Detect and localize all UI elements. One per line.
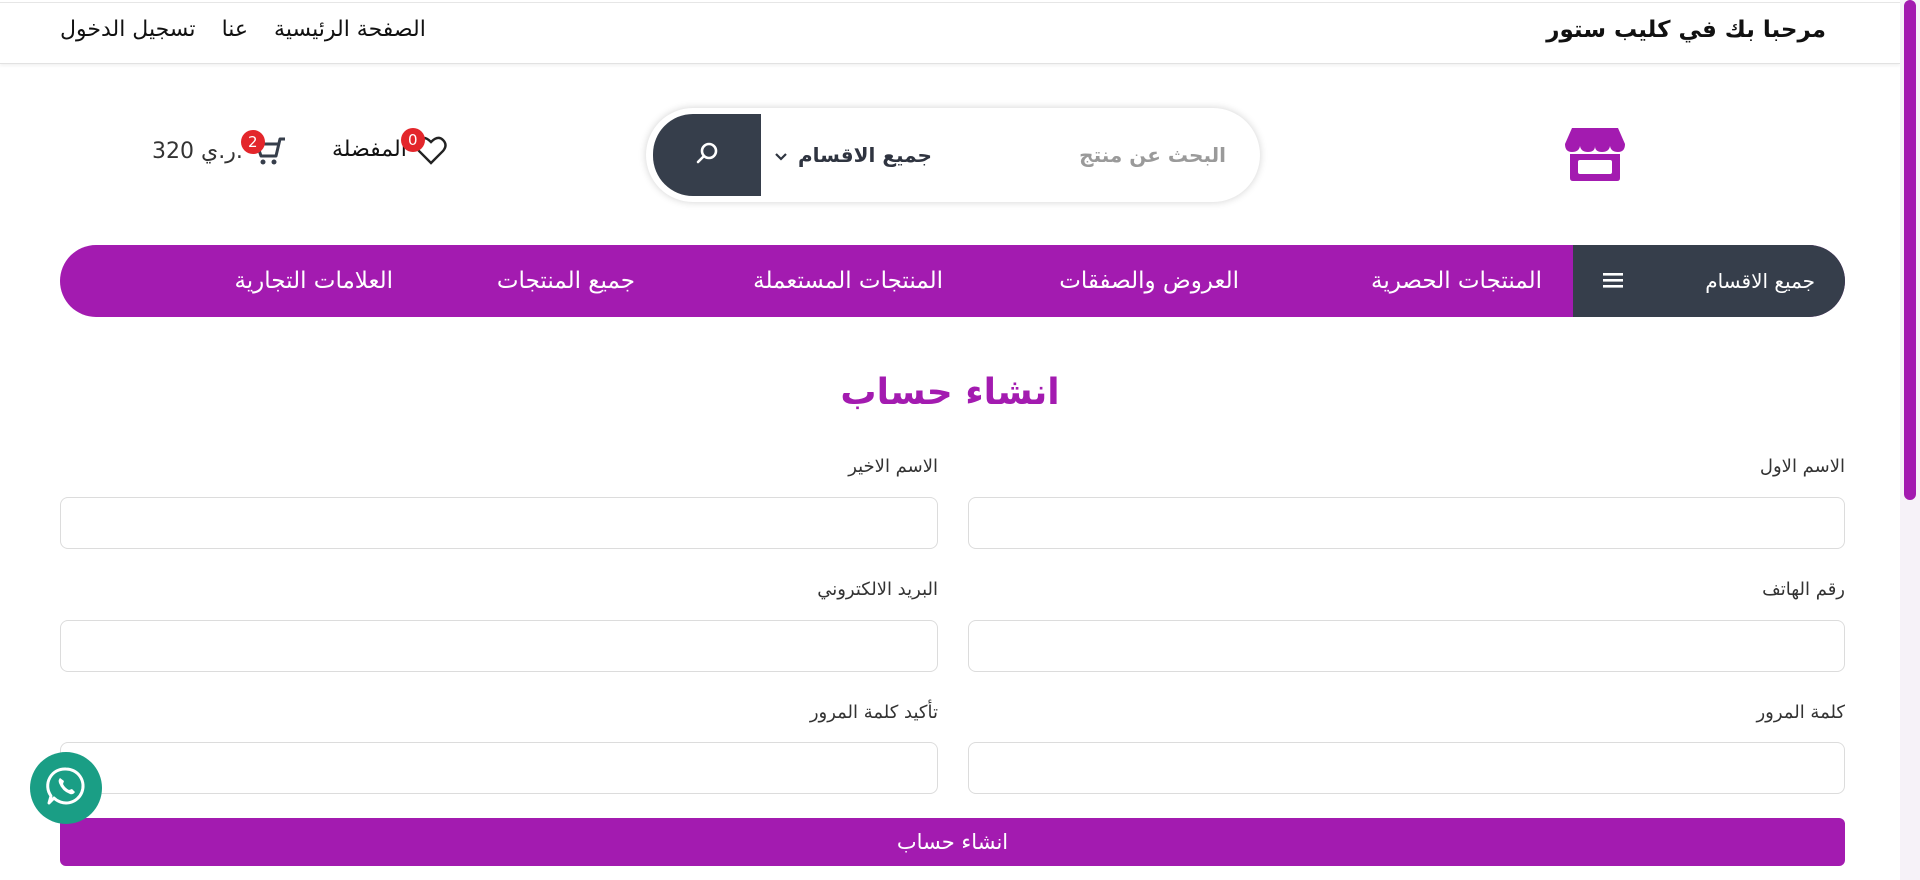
about-link[interactable]: عنا (222, 17, 248, 42)
top-links: الصفحة الرئيسية عنا تسجيل الدخول (60, 17, 426, 42)
whatsapp-button[interactable] (30, 752, 102, 824)
confirm-password-field[interactable] (60, 742, 938, 794)
store-icon[interactable] (1564, 126, 1626, 182)
nav-used-products[interactable]: المنتجات المستعملة (753, 245, 943, 317)
nav-all-products[interactable]: جميع المنتجات (497, 245, 635, 317)
last-name-field[interactable] (60, 497, 938, 549)
search-icon (694, 140, 720, 170)
phone-field[interactable] (968, 620, 1845, 672)
create-account-button[interactable]: انشاء حساب (60, 818, 1845, 866)
confirm-password-label: تأكيد كلمة المرور (809, 702, 938, 723)
cart-link[interactable]: 320 ر.ي. 2 (152, 130, 287, 166)
main-nav: جميع الاقسام المنتجات الحصرية العروض وال… (60, 245, 1845, 317)
email-label: البريد الالكتروني (817, 579, 938, 600)
search-input[interactable] (986, 108, 1226, 202)
cart-count-badge: 2 (240, 130, 265, 154)
nav-brands[interactable]: العلامات التجارية (234, 245, 393, 317)
whatsapp-icon (44, 764, 88, 812)
nav-offers-deals[interactable]: العروض والصفقات (1059, 245, 1239, 317)
scrollbar-thumb[interactable] (1904, 0, 1916, 500)
cart-icon: 2 (240, 130, 287, 166)
last-name-label: الاسم الاخير (848, 456, 938, 477)
chevron-down-icon (774, 143, 788, 167)
first-name-label: الاسم الاول (1759, 456, 1845, 477)
wishlist-link[interactable]: المفضلة 0 (332, 128, 447, 165)
search-bar: جميع الاقسام (646, 108, 1260, 202)
page-title: انشاء حساب (840, 372, 1060, 413)
password-label: كلمة المرور (1756, 702, 1845, 723)
nav-exclusive-products[interactable]: المنتجات الحصرية (1371, 245, 1542, 317)
all-categories-button[interactable]: جميع الاقسام (1573, 245, 1845, 317)
wishlist-label: المفضلة (332, 136, 407, 162)
heart-icon: 0 (400, 128, 447, 165)
top-bar: مرحبا بك في كليب ستور الصفحة الرئيسية عن… (0, 2, 1900, 64)
email-field[interactable] (60, 620, 938, 672)
password-field[interactable] (968, 742, 1845, 794)
cart-total: 320 ر.ي. (152, 138, 243, 164)
login-link[interactable]: تسجيل الدخول (60, 17, 196, 42)
phone-label: رقم الهاتف (1762, 579, 1845, 600)
all-categories-label: جميع الاقسام (1705, 269, 1815, 293)
category-select-value: جميع الاقسام (798, 143, 932, 167)
wishlist-count-badge: 0 (400, 128, 425, 152)
menu-icon (1603, 269, 1623, 293)
category-select[interactable]: جميع الاقسام (774, 108, 932, 202)
search-button[interactable] (653, 114, 761, 196)
welcome-text: مرحبا بك في كليب ستور (1546, 17, 1826, 43)
first-name-field[interactable] (968, 497, 1845, 549)
home-link[interactable]: الصفحة الرئيسية (274, 17, 426, 42)
